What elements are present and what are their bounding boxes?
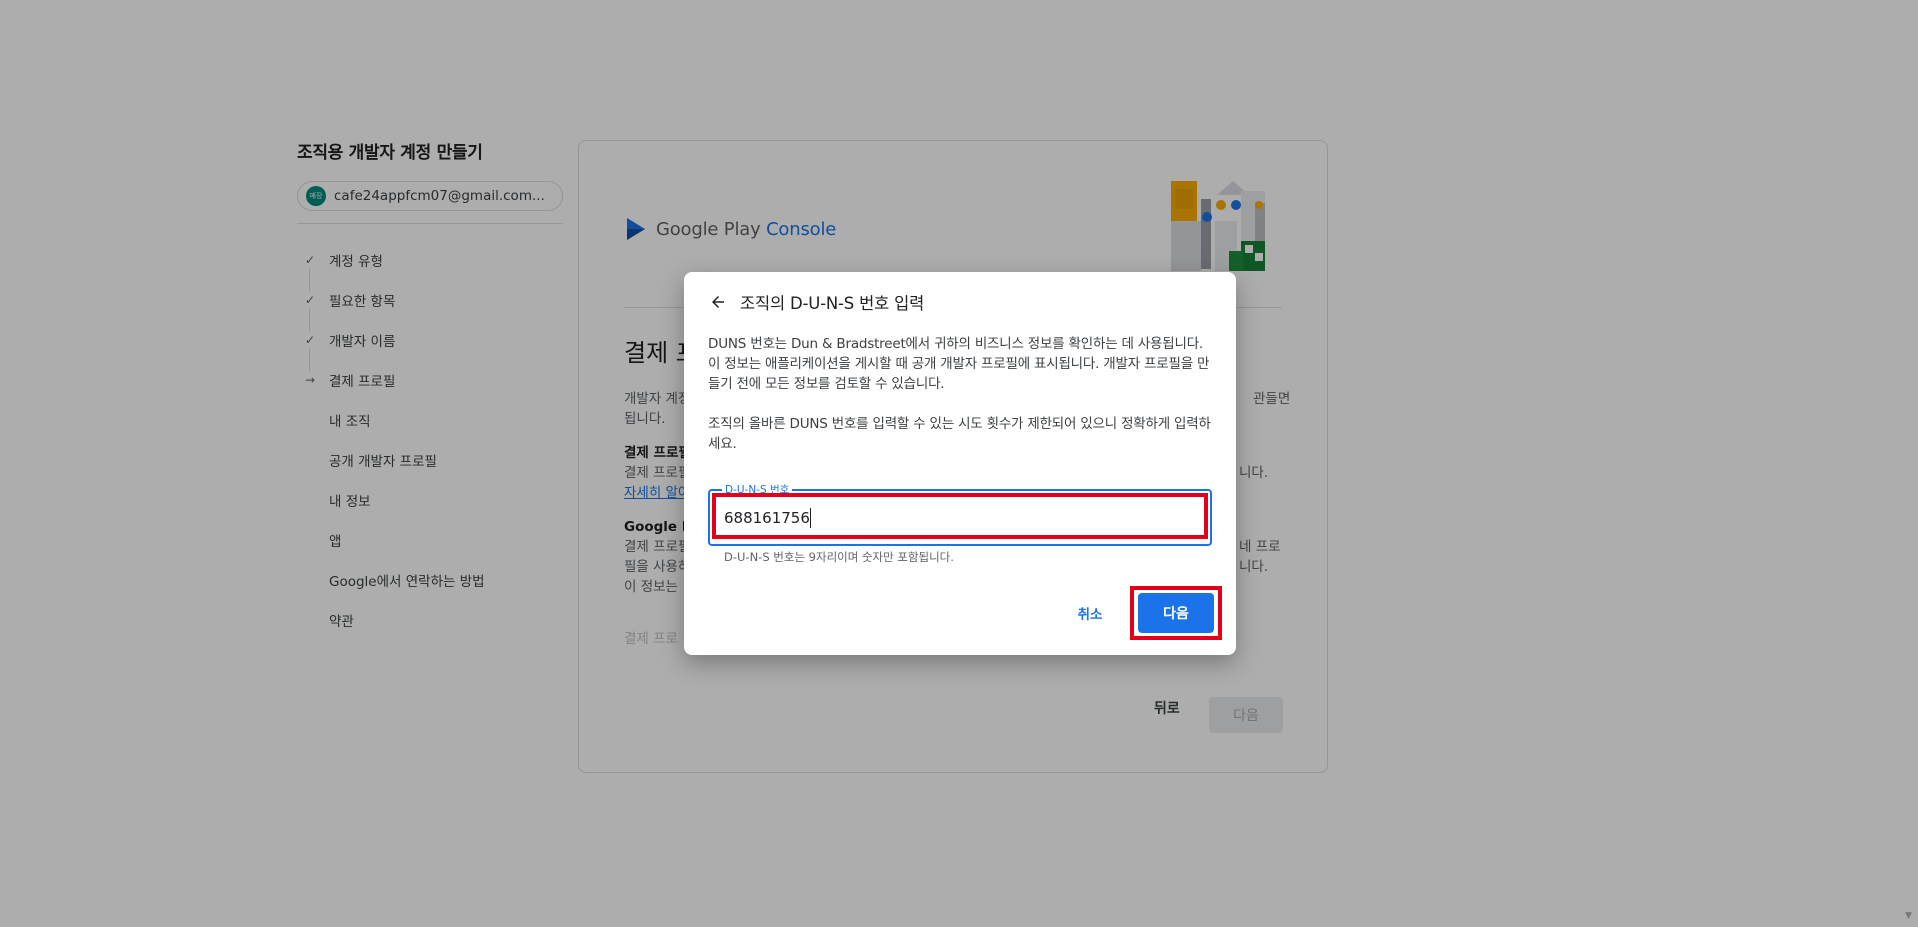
- scroll-down-icon[interactable]: ▼: [1905, 911, 1912, 921]
- duns-helper-text: D-U-N-S 번호는 9자리이며 숫자만 포함됩니다.: [724, 550, 954, 564]
- duns-dialog: 조직의 D-U-N-S 번호 입력 DUNS 번호는 Dun & Bradstr…: [684, 272, 1236, 655]
- next-button[interactable]: 다음: [1138, 593, 1214, 633]
- dialog-description: DUNS 번호는 Dun & Bradstreet에서 귀하의 비즈니스 정보를…: [708, 336, 1210, 392]
- dialog-warning: 조직의 올바른 DUNS 번호를 입력할 수 있는 시도 횟수가 제한되어 있으…: [708, 416, 1211, 452]
- dialog-title: 조직의 D-U-N-S 번호 입력: [740, 294, 925, 313]
- back-arrow-icon[interactable]: [702, 286, 734, 318]
- cancel-button[interactable]: 취소: [1062, 596, 1118, 630]
- input-highlight-box: [712, 493, 1208, 539]
- dialog-body: DUNS 번호는 Dun & Bradstreet에서 귀하의 비즈니스 정보를…: [708, 334, 1213, 454]
- dialog-header: 조직의 D-U-N-S 번호 입력: [702, 286, 924, 318]
